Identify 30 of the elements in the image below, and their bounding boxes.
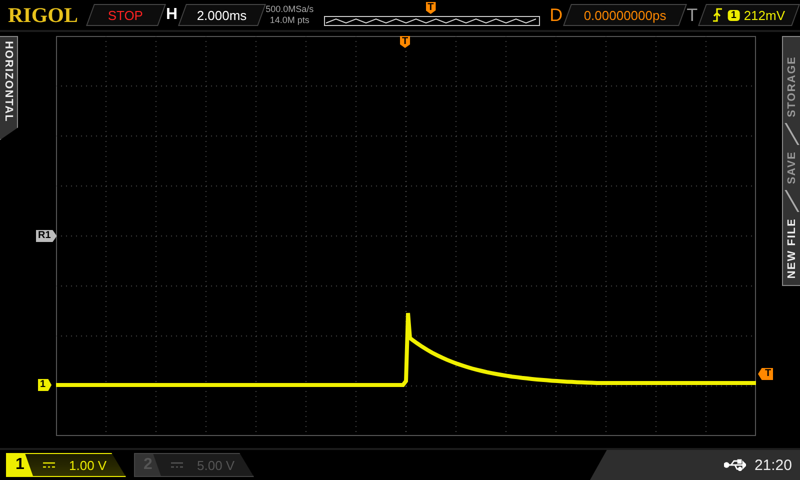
channel-scale: 5.00 V [197,458,235,472]
channel-marker: 1 [38,379,52,391]
rising-edge-icon [712,8,722,22]
horizontal-side-tab[interactable]: HORIZONTAL [0,36,18,140]
memory-depth: 14.0M pts [270,15,310,26]
trigger-position-marker: T [400,36,410,48]
dc-coupling-icon [43,462,55,468]
usb-icon [724,459,746,471]
trigger-position-marker: T [426,2,436,14]
storage-side-tab[interactable]: NEW FILE SAVE STORAGE [782,36,800,286]
channel-button[interactable]: 1 1.00 V [6,453,126,477]
sample-rate: 500.0MSa/s [266,4,314,15]
side-tab-label: NEW FILE [786,218,798,279]
trigger-level: 212mV [744,8,785,22]
channel-scale: 1.00 V [69,458,107,472]
dc-coupling-icon [171,462,183,468]
timebase-field[interactable]: 2.000ms [178,4,266,26]
horizontal-label: H [166,6,178,24]
delay-label: D [550,4,563,26]
reference-marker: R1 [36,230,57,242]
run-state-button[interactable]: STOP [86,4,166,26]
clock-time: 21:20 [754,456,792,474]
trigger-source-badge: 1 [727,10,739,20]
trigger-field[interactable]: 1 212mV [698,4,800,26]
side-tab-label: SAVE [786,151,798,184]
trigger-level-marker: T [758,368,774,380]
side-tab-label: STORAGE [786,56,798,118]
brand-logo: RIGOL [8,2,78,28]
trigger-label: T [686,4,698,26]
delay-field[interactable]: 0.00000000ps [562,4,687,26]
